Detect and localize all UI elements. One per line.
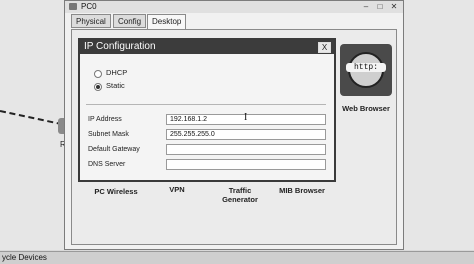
dhcp-label[interactable]: DHCP [106,68,127,77]
minimize-button[interactable]: – [361,2,371,11]
static-label[interactable]: Static [106,81,125,90]
window-title: PC0 [81,2,97,11]
dialog-header: IP Configuration X [80,40,334,54]
tab-physical[interactable]: Physical [71,14,111,28]
mib-browser-label[interactable]: MIB Browser [272,186,332,195]
maximize-button[interactable]: □ [375,2,385,11]
pc-icon [69,3,77,10]
dialog-separator [86,104,326,105]
default-gateway-input[interactable] [166,144,326,155]
vpn-label[interactable]: VPN [160,185,194,194]
web-browser-label[interactable]: Web Browser [336,104,396,113]
pc-wireless-label[interactable]: PC Wireless [86,187,146,196]
subnet-mask-input[interactable]: 255.255.255.0 [166,129,326,140]
dns-server-label: DNS Server [88,161,126,168]
workspace-right-area [404,0,474,250]
window-close-button[interactable]: ✕ [389,2,399,11]
tab-config[interactable]: Config [113,14,147,28]
bottom-bar-label: ycle Devices [2,253,47,262]
tab-desktop[interactable]: Desktop [147,14,187,29]
web-browser-icon-text: http: [346,63,386,72]
ip-address-label: IP Address [88,116,122,123]
text-cursor-icon: I [244,112,248,123]
window-titlebar[interactable]: PC0 – □ ✕ [65,1,403,13]
dhcp-radio[interactable] [94,70,102,78]
traffic-generator-label[interactable]: Traffic Generator [212,186,268,204]
dialog-title: IP Configuration [84,41,156,52]
default-gateway-label: Default Gateway [88,146,140,153]
dialog-close-button[interactable]: X [318,42,331,53]
dns-server-input[interactable] [166,159,326,170]
ip-configuration-dialog: IP Configuration X DHCP Static IP Addres… [78,38,336,182]
web-browser-icon[interactable]: http: [340,44,392,96]
bottom-status-bar: ycle Devices [0,251,474,264]
static-radio[interactable] [94,83,102,91]
subnet-mask-label: Subnet Mask [88,131,129,138]
workspace-left-area [0,0,64,250]
